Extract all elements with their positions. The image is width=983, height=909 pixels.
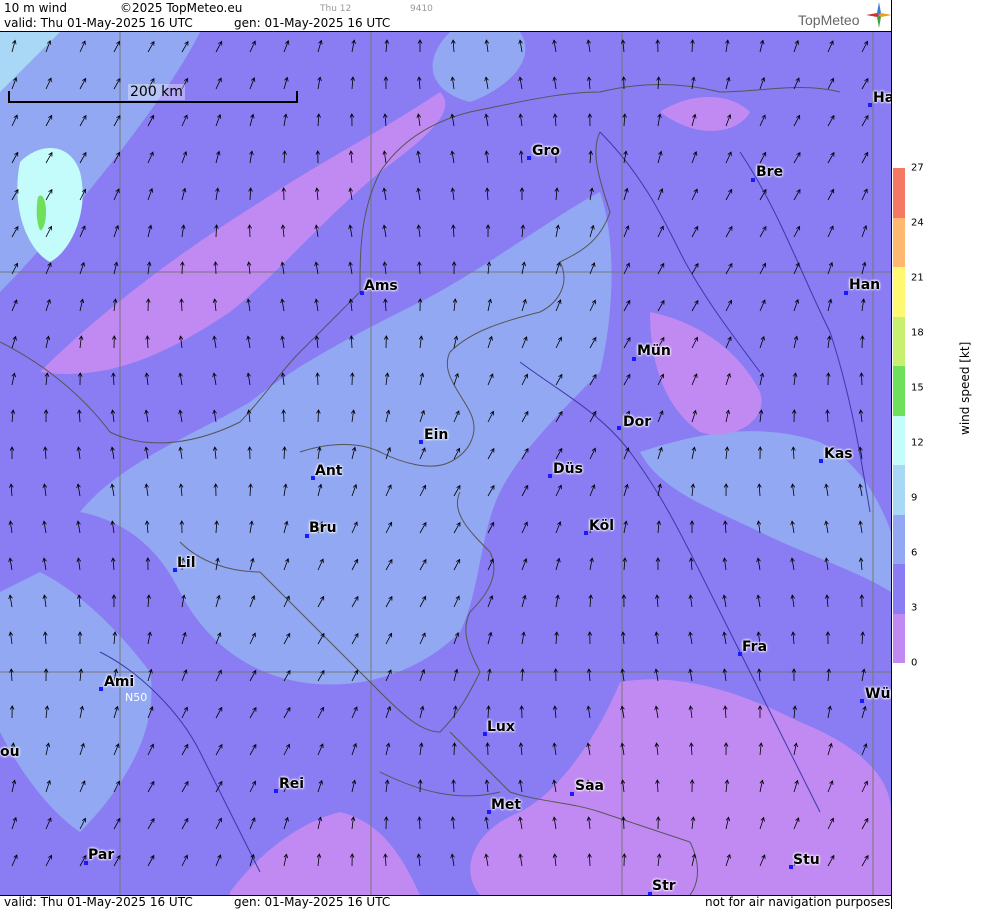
scale-tick-left [8,91,10,103]
legend-tick-label: 0 [911,657,918,669]
city-label[interactable]: Köl [589,518,614,534]
latitude-label: N50 [125,691,148,704]
scale-tick-right [296,91,298,103]
city-dot [274,789,278,793]
city-dot [527,156,531,160]
city-label[interactable]: Rei [279,776,304,792]
footer-valid-time: valid: Thu 01-May-2025 16 UTC [4,895,193,909]
city-dot [751,178,755,182]
compass-star-icon [866,2,892,28]
legend-color-segment [893,613,905,663]
city-label[interactable]: Wür [865,686,891,702]
city-dot [860,699,864,703]
legend-color-segment [893,267,905,317]
city-dot [419,440,423,444]
legend-tick-label: 24 [911,217,924,229]
legend-color-segment [893,564,905,614]
scale-bar: 200 km [8,84,298,103]
scale-label: 200 km [128,84,185,100]
city-dot [617,426,621,430]
city-label[interactable]: Ant [315,463,343,479]
legend-color-segment [893,415,905,465]
city-label[interactable]: Fra [742,639,767,655]
legend-color-segment [893,514,905,564]
city-label[interactable]: Kas [824,446,853,462]
legend-color-segment [893,168,905,218]
city-label[interactable]: Saa [575,778,604,794]
legend-color-segment [893,316,905,366]
wind-map[interactable]: 200 km N50 Ha Gro Bre Ams Han Mün Dor Ei… [0,32,891,895]
map-right-border [891,0,892,909]
city-label[interactable]: Bre [756,164,783,180]
legend-tick-label: 27 [911,162,924,174]
city-label[interactable]: Met [491,797,521,813]
scale-line [8,101,298,103]
footer-disclaimer: not for air navigation purposes [705,895,891,909]
city-label[interactable]: Str [652,878,676,894]
legend-tick-label: 15 [911,382,924,394]
city-label[interactable]: Ha [873,90,891,106]
valid-time: valid: Thu 01-May-2025 16 UTC [4,16,193,30]
city-dot [868,103,872,107]
city-label[interactable]: Lux [487,719,515,735]
city-label[interactable]: Düs [553,461,583,477]
city-dot [99,687,103,691]
legend-color-segment [893,217,905,267]
city-label[interactable]: Stu [793,852,820,868]
city-label[interactable]: Ein [424,427,448,443]
city-label[interactable]: Bru [309,520,337,536]
city-label[interactable]: Ams [364,278,398,294]
id-label: 9410 [410,4,433,14]
legend-tick-label: 3 [911,602,918,614]
city-label[interactable]: Mün [637,343,671,359]
city-dot [632,357,636,361]
city-label[interactable]: Ami [104,674,134,690]
legend-tick-label: 9 [911,492,918,504]
city-label[interactable]: Dor [623,414,651,430]
topmeteo-logo: TopMeteo [798,12,860,28]
city-label[interactable]: Gro [532,143,560,159]
legend-color-segment [893,465,905,515]
product-title: 10 m wind [4,1,67,15]
city-dot [819,459,823,463]
city-label[interactable]: Lil [177,555,196,571]
footer-generated-time: gen: 01-May-2025 16 UTC [234,895,391,909]
city-dot [584,531,588,535]
legend-tick-label: 6 [911,547,918,559]
wind-speed-color-bar [893,168,905,663]
city-label[interactable]: Han [849,277,880,293]
city-dot [844,291,848,295]
city-label[interactable]: Par [88,847,114,863]
legend-title: wind speed [kt] [958,341,972,435]
city-dot [570,792,574,796]
city-dot [548,474,552,478]
city-label[interactable]: ou [0,744,20,760]
legend-tick-label: 12 [911,437,924,449]
run-label: Thu 12 [320,4,352,14]
legend-color-segment [893,366,905,416]
wind-field [0,32,891,895]
legend-tick-label: 18 [911,327,924,339]
legend-tick-label: 21 [911,272,924,284]
generated-time: gen: 01-May-2025 16 UTC [234,16,391,30]
copyright: ©2025 TopMeteo.eu [120,1,243,15]
